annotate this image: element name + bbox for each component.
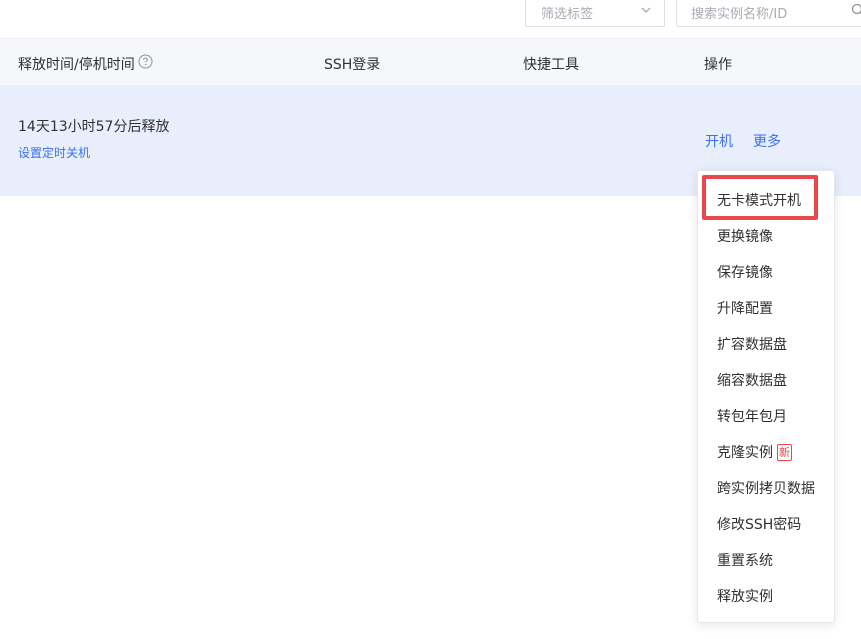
- menu-item-change-image[interactable]: 更换镜像: [717, 226, 773, 246]
- schedule-shutdown-link[interactable]: 设置定时关机: [18, 144, 90, 161]
- more-link[interactable]: 更多: [753, 131, 781, 151]
- more-actions-menu: 无卡模式开机 更换镜像 保存镜像 升降配置 扩容数据盘 缩容数据盘 转包年包月 …: [697, 170, 835, 623]
- toolbar: 筛选标签 搜索实例名称/ID: [0, 0, 861, 38]
- power-on-link[interactable]: 开机: [705, 131, 733, 151]
- chevron-down-icon: [641, 7, 651, 13]
- tag-filter-placeholder: 筛选标签: [541, 7, 594, 22]
- menu-item-save-image[interactable]: 保存镜像: [717, 262, 773, 282]
- menu-item-resize-config[interactable]: 升降配置: [717, 298, 773, 318]
- help-icon[interactable]: [138, 54, 153, 69]
- menu-item-cross-copy-data[interactable]: 跨实例拷贝数据: [717, 478, 815, 498]
- menu-item-shrink-disk[interactable]: 缩容数据盘: [717, 370, 787, 390]
- column-header-release-time: 释放时间/停机时间: [18, 57, 135, 73]
- menu-item-reset-system[interactable]: 重置系统: [717, 550, 773, 570]
- search-placeholder: 搜索实例名称/ID: [691, 7, 788, 22]
- new-badge: 新: [777, 444, 792, 461]
- release-countdown: 14天13小时57分后释放: [18, 119, 170, 135]
- search-icon[interactable]: [851, 3, 861, 17]
- menu-item-release-instance[interactable]: 释放实例: [717, 586, 773, 606]
- column-header-ssh-login: SSH登录: [324, 57, 381, 73]
- menu-item-convert-monthly[interactable]: 转包年包月: [717, 406, 787, 426]
- menu-item-clone-instance[interactable]: 克隆实例新: [717, 442, 792, 462]
- menu-item-expand-disk[interactable]: 扩容数据盘: [717, 334, 787, 354]
- column-header-actions: 操作: [704, 57, 732, 73]
- tag-filter-select[interactable]: 筛选标签: [525, 0, 665, 27]
- search-input[interactable]: 搜索实例名称/ID: [676, 0, 861, 27]
- menu-item-label: 克隆实例: [717, 445, 773, 461]
- menu-item-change-ssh-password[interactable]: 修改SSH密码: [717, 514, 801, 534]
- column-header-quick-tools: 快捷工具: [523, 57, 579, 73]
- table-header: 释放时间/停机时间 SSH登录 快捷工具 操作: [0, 38, 861, 85]
- menu-item-gpu-free-boot[interactable]: 无卡模式开机: [717, 190, 801, 210]
